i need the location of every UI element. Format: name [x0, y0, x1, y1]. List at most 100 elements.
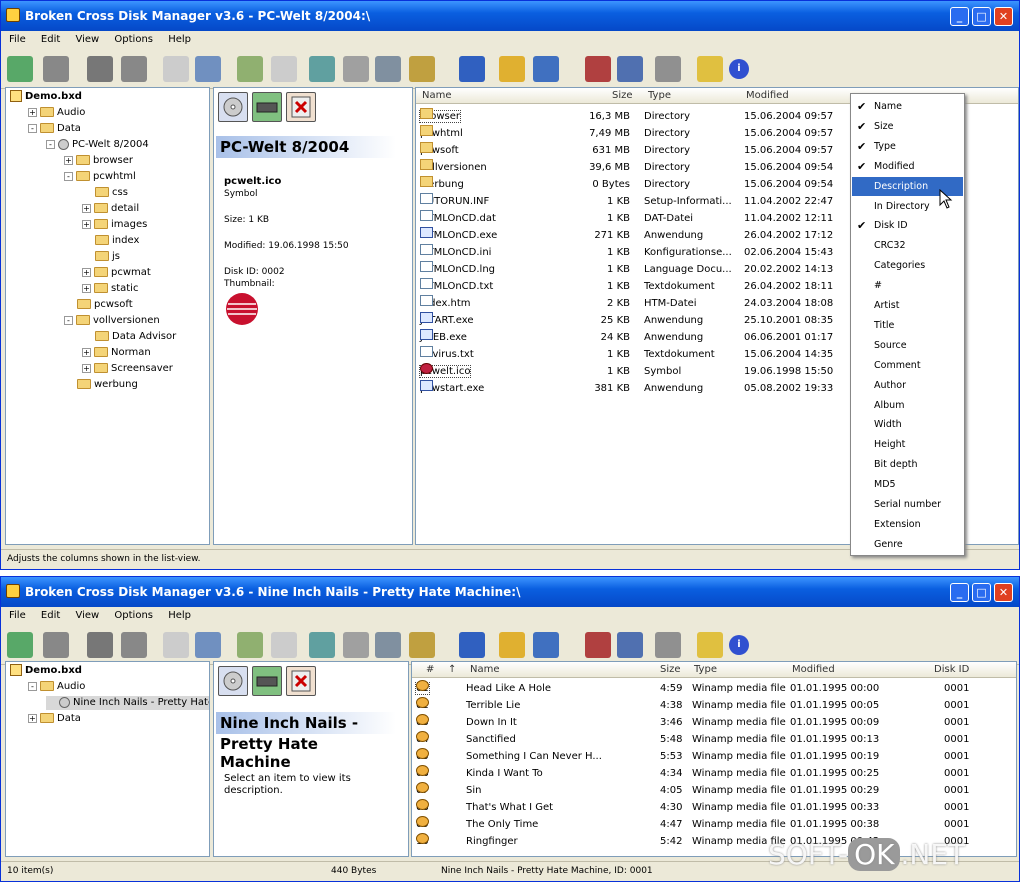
column-modified[interactable]: Modified [746, 88, 789, 104]
menu-file[interactable]: File [9, 610, 26, 621]
tree-node[interactable]: pcwsoft [64, 298, 133, 312]
save-icon[interactable] [43, 56, 69, 82]
categories-icon[interactable] [585, 56, 611, 82]
title-bar[interactable]: Broken Cross Disk Manager v3.6 - Nine In… [1, 577, 1019, 607]
collapse-icon[interactable]: - [64, 171, 73, 181]
menu-item-album[interactable]: Album [852, 396, 963, 415]
menu-item-crc32[interactable]: CRC32 [852, 236, 963, 255]
expand-icon[interactable]: + [82, 203, 91, 213]
tree-view[interactable]: Demo.bxd + Audio - Data - PC-Welt 8/2004 + brows… [5, 87, 210, 545]
add-disk-icon[interactable] [195, 632, 221, 658]
drive-button[interactable] [252, 92, 282, 122]
tree-node[interactable]: + detail [82, 202, 139, 216]
file-row[interactable]: werbung 0 Bytes Directory 15.06.2004 09:54 [416, 176, 846, 193]
title-bar[interactable]: Broken Cross Disk Manager v3.6 - PC-Welt… [1, 1, 1019, 31]
menu-edit[interactable]: Edit [41, 34, 60, 45]
column-name[interactable]: Name [470, 662, 500, 678]
menu-file[interactable]: File [9, 34, 26, 45]
tree-node[interactable]: + static [82, 282, 138, 296]
blank-icon[interactable] [163, 632, 189, 658]
track-row[interactable]: 01 Head Like A Hole 4:59 Winamp media file 0… [412, 680, 1012, 697]
collapse-icon[interactable]: - [28, 123, 37, 133]
expand-icon[interactable]: + [82, 363, 91, 373]
track-row[interactable]: 04 Sanctified 5:48 Winamp media file 01.01.1… [412, 731, 1012, 748]
file-row[interactable]: pcwelt.ico 1 KB Symbol 19.06.1998 15:50 [416, 363, 846, 380]
tree-node[interactable]: Demo.bxd [10, 90, 82, 104]
track-row[interactable]: 08 That's What I Get 4:30 Winamp media file… [412, 799, 1012, 816]
track-row[interactable]: 02 Terrible Lie 4:38 Winamp media file 01.01… [412, 697, 1012, 714]
tree-node[interactable]: Nine Inch Nails - Pretty Hate [46, 696, 209, 710]
print-icon[interactable] [121, 56, 147, 82]
track-row[interactable]: 06 Kinda I Want To 4:34 Winamp media file 01… [412, 765, 1012, 782]
tree-node[interactable]: werbung [64, 378, 138, 392]
tree-node[interactable]: - pcwhtml [64, 170, 136, 184]
refresh-disk-icon[interactable] [237, 56, 263, 82]
tree-node[interactable]: + Screensaver [82, 362, 173, 376]
delete-icon[interactable] [271, 632, 297, 658]
scan-icon[interactable] [87, 632, 113, 658]
file-row[interactable]: index.htm 2 KB HTM-Datei 24.03.2004 18:08 [416, 295, 846, 312]
menu-edit[interactable]: Edit [41, 610, 60, 621]
properties-icon[interactable] [343, 56, 369, 82]
tree-node[interactable]: - Data [28, 122, 81, 136]
column-size[interactable]: Size [612, 88, 633, 104]
save-icon[interactable] [43, 632, 69, 658]
new-db-icon[interactable] [7, 632, 33, 658]
expand-icon[interactable]: + [64, 155, 73, 165]
expand-icon[interactable]: + [82, 219, 91, 229]
view-icon[interactable] [533, 632, 559, 658]
file-row[interactable]: pcwstart.exe 381 KB Anwendung 05.08.2002 19… [416, 380, 846, 397]
menu-item-comment[interactable]: Comment [852, 356, 963, 375]
track-row[interactable]: 07 Sin 4:05 Winamp media file 01.01.1995 00:… [412, 782, 1012, 799]
print-icon[interactable] [121, 632, 147, 658]
file-row[interactable]: JSTART.exe 25 KB Anwendung 25.10.2001 08:35 [416, 312, 846, 329]
expand-icon[interactable]: + [28, 713, 37, 723]
maximize-button[interactable]: □ [972, 583, 991, 602]
menu-item-title[interactable]: Title [852, 316, 963, 335]
close-button[interactable]: ✕ [994, 7, 1013, 26]
column-diskid[interactable]: Disk ID [934, 662, 969, 678]
column-modified[interactable]: Modified [792, 662, 835, 678]
menu-item-md5[interactable]: MD5 [852, 475, 963, 494]
menu-item-categories[interactable]: Categories [852, 256, 963, 275]
file-row[interactable]: vollversionen 39,6 MB Directory 15.06.2004 … [416, 159, 846, 176]
tree-node[interactable]: js [82, 250, 120, 264]
file-row[interactable]: HTMLOnCD.txt 1 KB Textdokument 26.04.2002 1… [416, 278, 846, 295]
notes-icon[interactable] [617, 56, 643, 82]
menu-item-genre[interactable]: Genre [852, 535, 963, 554]
maximize-button[interactable]: □ [972, 7, 991, 26]
refresh-disk-icon[interactable] [237, 632, 263, 658]
view-icon[interactable] [533, 56, 559, 82]
info-icon[interactable]: i [729, 635, 749, 655]
minimize-button[interactable]: _ [950, 583, 969, 602]
notes-icon[interactable] [617, 632, 643, 658]
columns-icon[interactable] [375, 56, 401, 82]
menu-view[interactable]: View [75, 610, 99, 621]
column-size[interactable]: Size [660, 662, 681, 678]
cd-button[interactable] [218, 666, 248, 696]
new-db-icon[interactable] [7, 56, 33, 82]
menu-item-size[interactable]: ✔ Size [852, 117, 963, 136]
file-row[interactable]: pcwsoft 631 MB Directory 15.06.2004 09:57 [416, 142, 846, 159]
up-folder-icon[interactable] [499, 56, 525, 82]
menu-item-[interactable]: # [852, 276, 963, 295]
properties-icon[interactable] [343, 632, 369, 658]
menu-item-bit-depth[interactable]: Bit depth [852, 455, 963, 474]
menu-help[interactable]: Help [168, 610, 191, 621]
menu-item-serial-number[interactable]: Serial number [852, 495, 963, 514]
tree-view[interactable]: Demo.bxd - Audio Nine Inch Nails - Pretty H… [5, 661, 210, 857]
file-row[interactable]: HTMLOnCD.exe 271 KB Anwendung 26.04.2002 17… [416, 227, 846, 244]
minimize-button[interactable]: _ [950, 7, 969, 26]
tree-node[interactable]: + Audio [28, 106, 85, 120]
collapse-icon[interactable]: - [46, 139, 55, 149]
menu-item-extension[interactable]: Extension [852, 515, 963, 534]
expand-icon[interactable]: + [28, 107, 37, 117]
tree-node[interactable]: + browser [64, 154, 133, 168]
menu-item-modified[interactable]: ✔ Modified [852, 157, 963, 176]
menu-item-width[interactable]: Width [852, 415, 963, 434]
sort-icon[interactable] [409, 632, 435, 658]
drive-button[interactable] [252, 666, 282, 696]
search-icon[interactable] [309, 56, 335, 82]
search-icon[interactable] [309, 632, 335, 658]
menu-view[interactable]: View [75, 34, 99, 45]
